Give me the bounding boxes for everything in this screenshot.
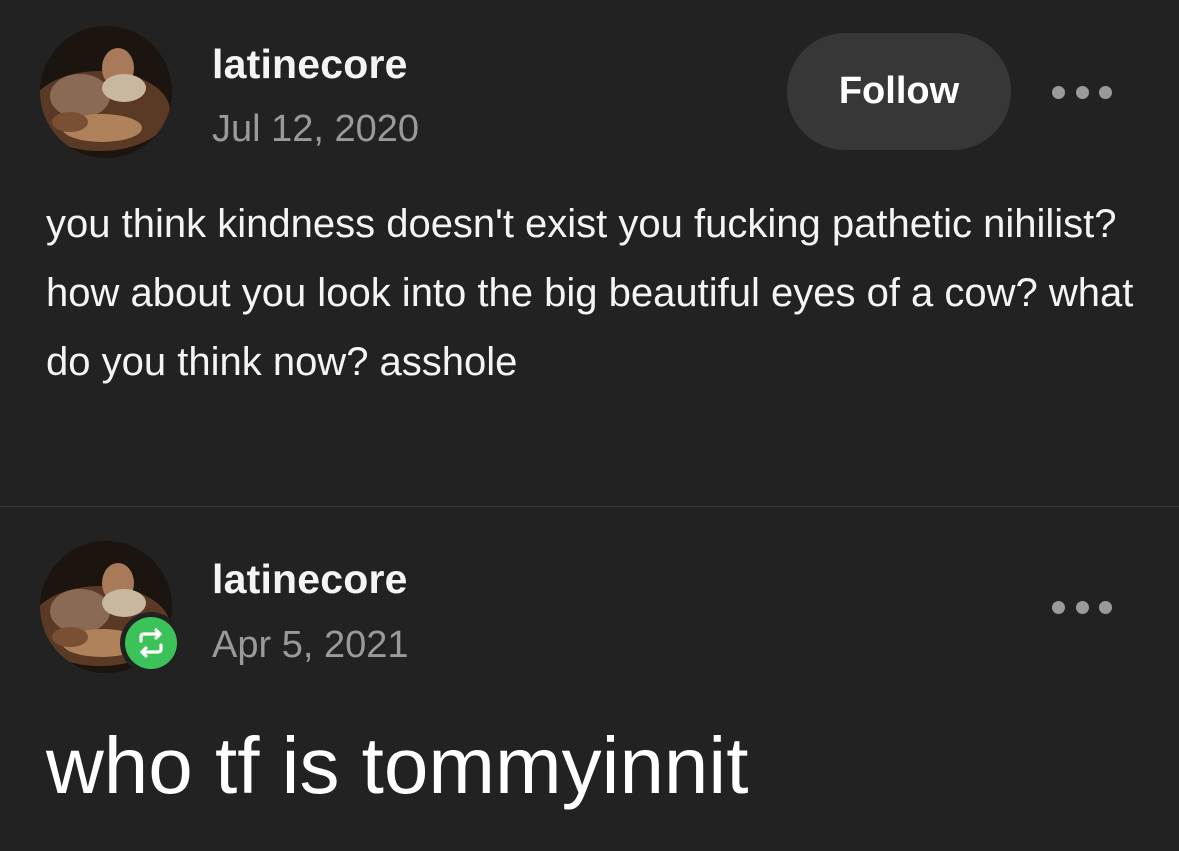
post-date: Jul 12, 2020 — [212, 108, 420, 150]
original-post: latinecore Jul 12, 2020 Follow you think… — [0, 0, 1179, 506]
reblog-icon — [125, 617, 177, 669]
reblog-badge — [120, 612, 182, 674]
post-date: Apr 5, 2021 — [212, 624, 409, 666]
username[interactable]: latinecore — [212, 41, 408, 88]
reblog-body: who tf is tommyinnit — [46, 721, 749, 810]
avatar[interactable] — [40, 26, 172, 158]
follow-button[interactable]: Follow — [787, 33, 1011, 150]
post-body: you think kindness doesn't exist you fuc… — [46, 202, 1134, 384]
more-horizontal-icon[interactable] — [1052, 80, 1112, 104]
more-horizontal-icon[interactable] — [1052, 595, 1112, 619]
username[interactable]: latinecore — [212, 556, 408, 603]
